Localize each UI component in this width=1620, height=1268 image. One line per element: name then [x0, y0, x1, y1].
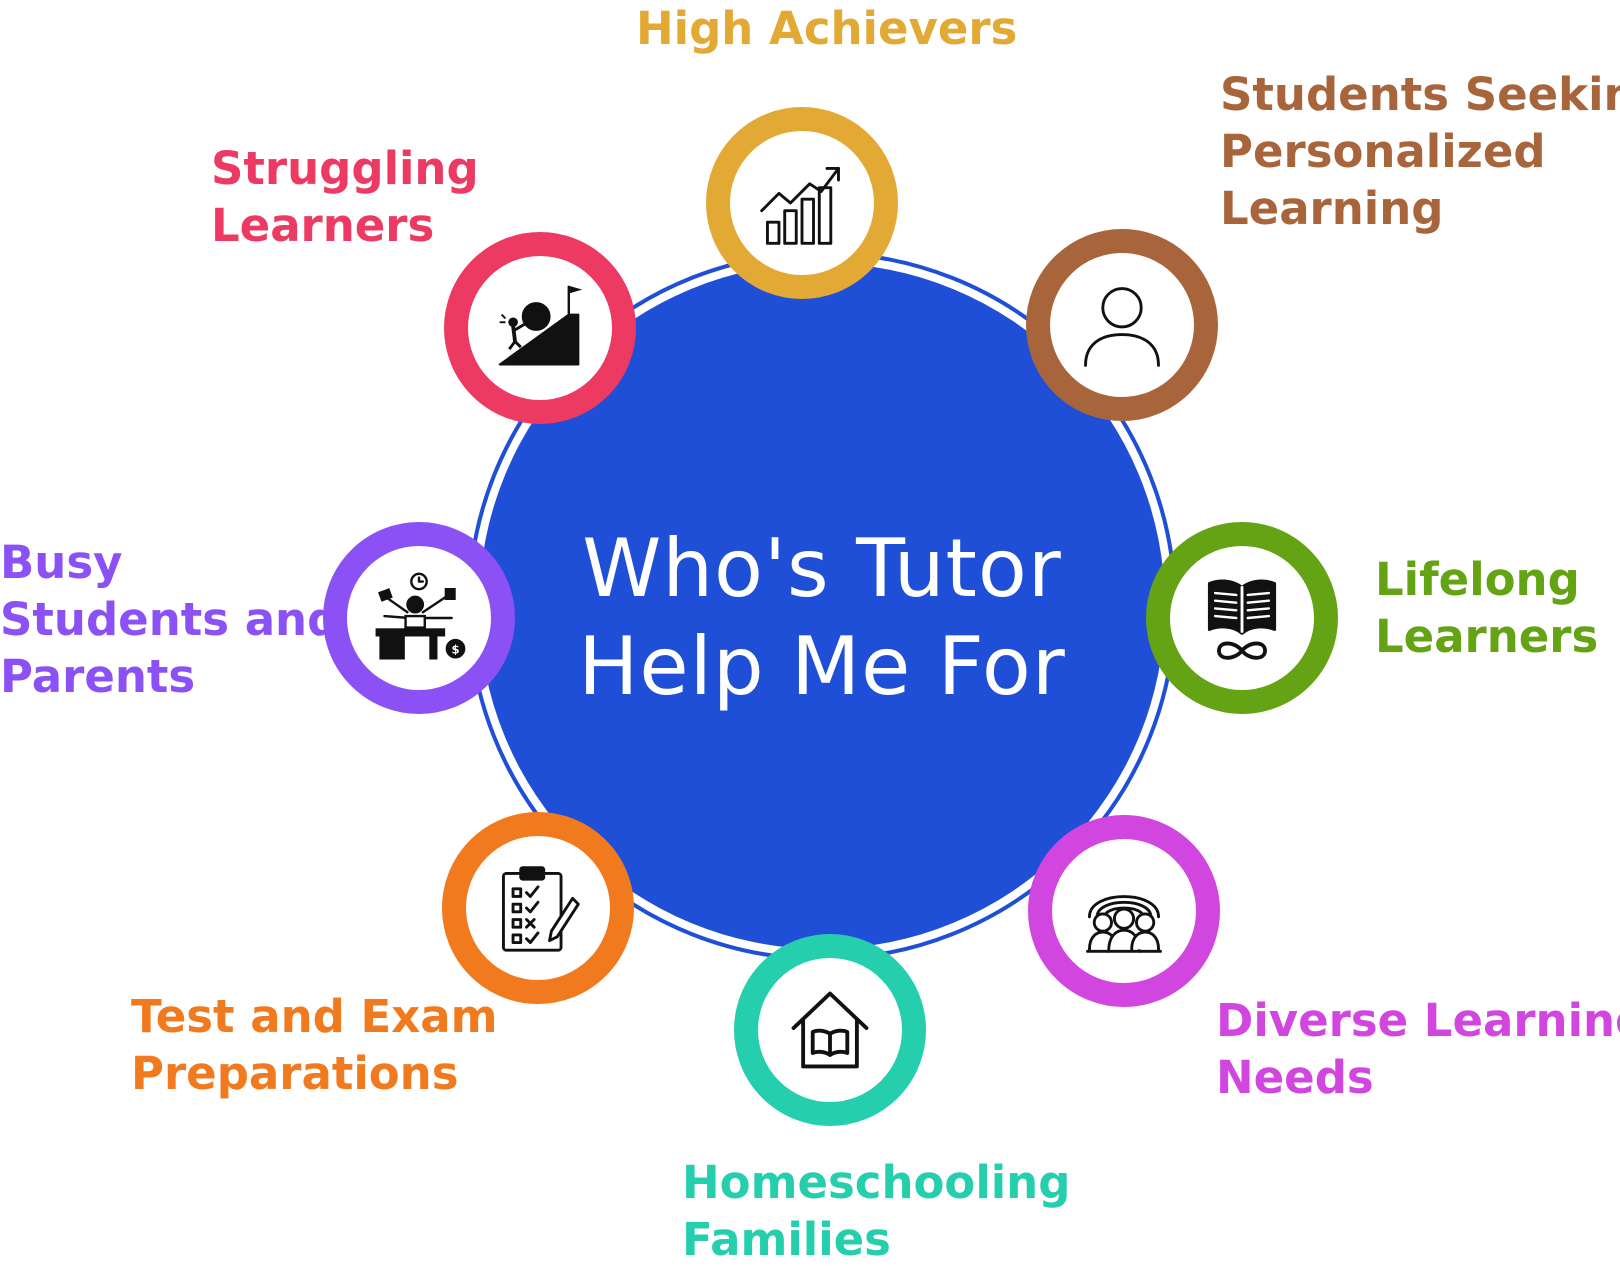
node-high-achievers — [706, 107, 898, 299]
svg-text:$: $ — [451, 643, 459, 657]
label-line: Learners — [211, 199, 435, 252]
node-busy-students-parents: $ — [323, 522, 515, 714]
hub-title: Who's Tutor Help Me For — [479, 520, 1165, 716]
multitask-icon: $ — [375, 572, 466, 660]
label-diverse-learning-needs: Diverse Learning Needs — [1216, 992, 1620, 1106]
home-book-icon — [791, 991, 869, 1069]
label-line: Homeschooling — [682, 1156, 1071, 1209]
label-line: Personalized — [1220, 125, 1546, 178]
label-line: Students Seeking — [1220, 68, 1620, 121]
label-line: Families — [682, 1213, 891, 1266]
label-line: Struggling — [211, 142, 479, 195]
label-line: Busy — [0, 536, 123, 589]
label-line: Learning — [1220, 182, 1444, 235]
label-line: Needs — [1216, 1051, 1374, 1104]
label-line: Diverse Learning — [1216, 994, 1620, 1047]
label-line: Lifelong — [1375, 553, 1580, 606]
node-diverse-learning-needs — [1028, 815, 1220, 1007]
hub-title-line-1: Who's Tutor — [582, 522, 1062, 615]
label-busy-students-parents: Busy Students and Parents — [0, 534, 339, 705]
node-lifelong-learners — [1146, 522, 1338, 714]
node-personalized-learning — [1026, 229, 1218, 421]
label-line: Preparations — [131, 1047, 459, 1100]
label-line: Parents — [0, 650, 196, 703]
label-homeschooling-families: Homeschooling Families — [682, 1154, 1070, 1268]
node-struggling-learners — [444, 232, 636, 424]
node-test-exam-preparations — [442, 812, 634, 1004]
label-test-exam-preparations: Test and Exam Preparations — [131, 988, 498, 1102]
checklist-icon — [502, 866, 580, 952]
label-high-achievers: High Achievers — [636, 0, 1017, 57]
label-line: Students and — [0, 593, 340, 646]
label-lifelong-learners: Lifelong Learners — [1375, 551, 1598, 665]
label-line: High Achievers — [636, 2, 1018, 55]
label-struggling-learners: Struggling Learners — [211, 140, 479, 254]
diagram: Who's Tutor Help Me For High Achievers S… — [0, 0, 1620, 1267]
person-icon — [1084, 287, 1160, 367]
hub-title-line-2: Help Me For — [578, 620, 1066, 713]
label-line: Test and Exam — [131, 990, 498, 1043]
node-homeschooling-families — [734, 934, 926, 1126]
label-personalized-learning: Students Seeking Personalized Learning — [1220, 66, 1620, 237]
diverse-people-icon — [1086, 895, 1162, 953]
infinity-book-icon — [1207, 579, 1277, 660]
growth-chart-icon — [760, 167, 840, 245]
uphill-struggle-icon — [498, 285, 583, 366]
label-line: Learners — [1375, 610, 1599, 663]
